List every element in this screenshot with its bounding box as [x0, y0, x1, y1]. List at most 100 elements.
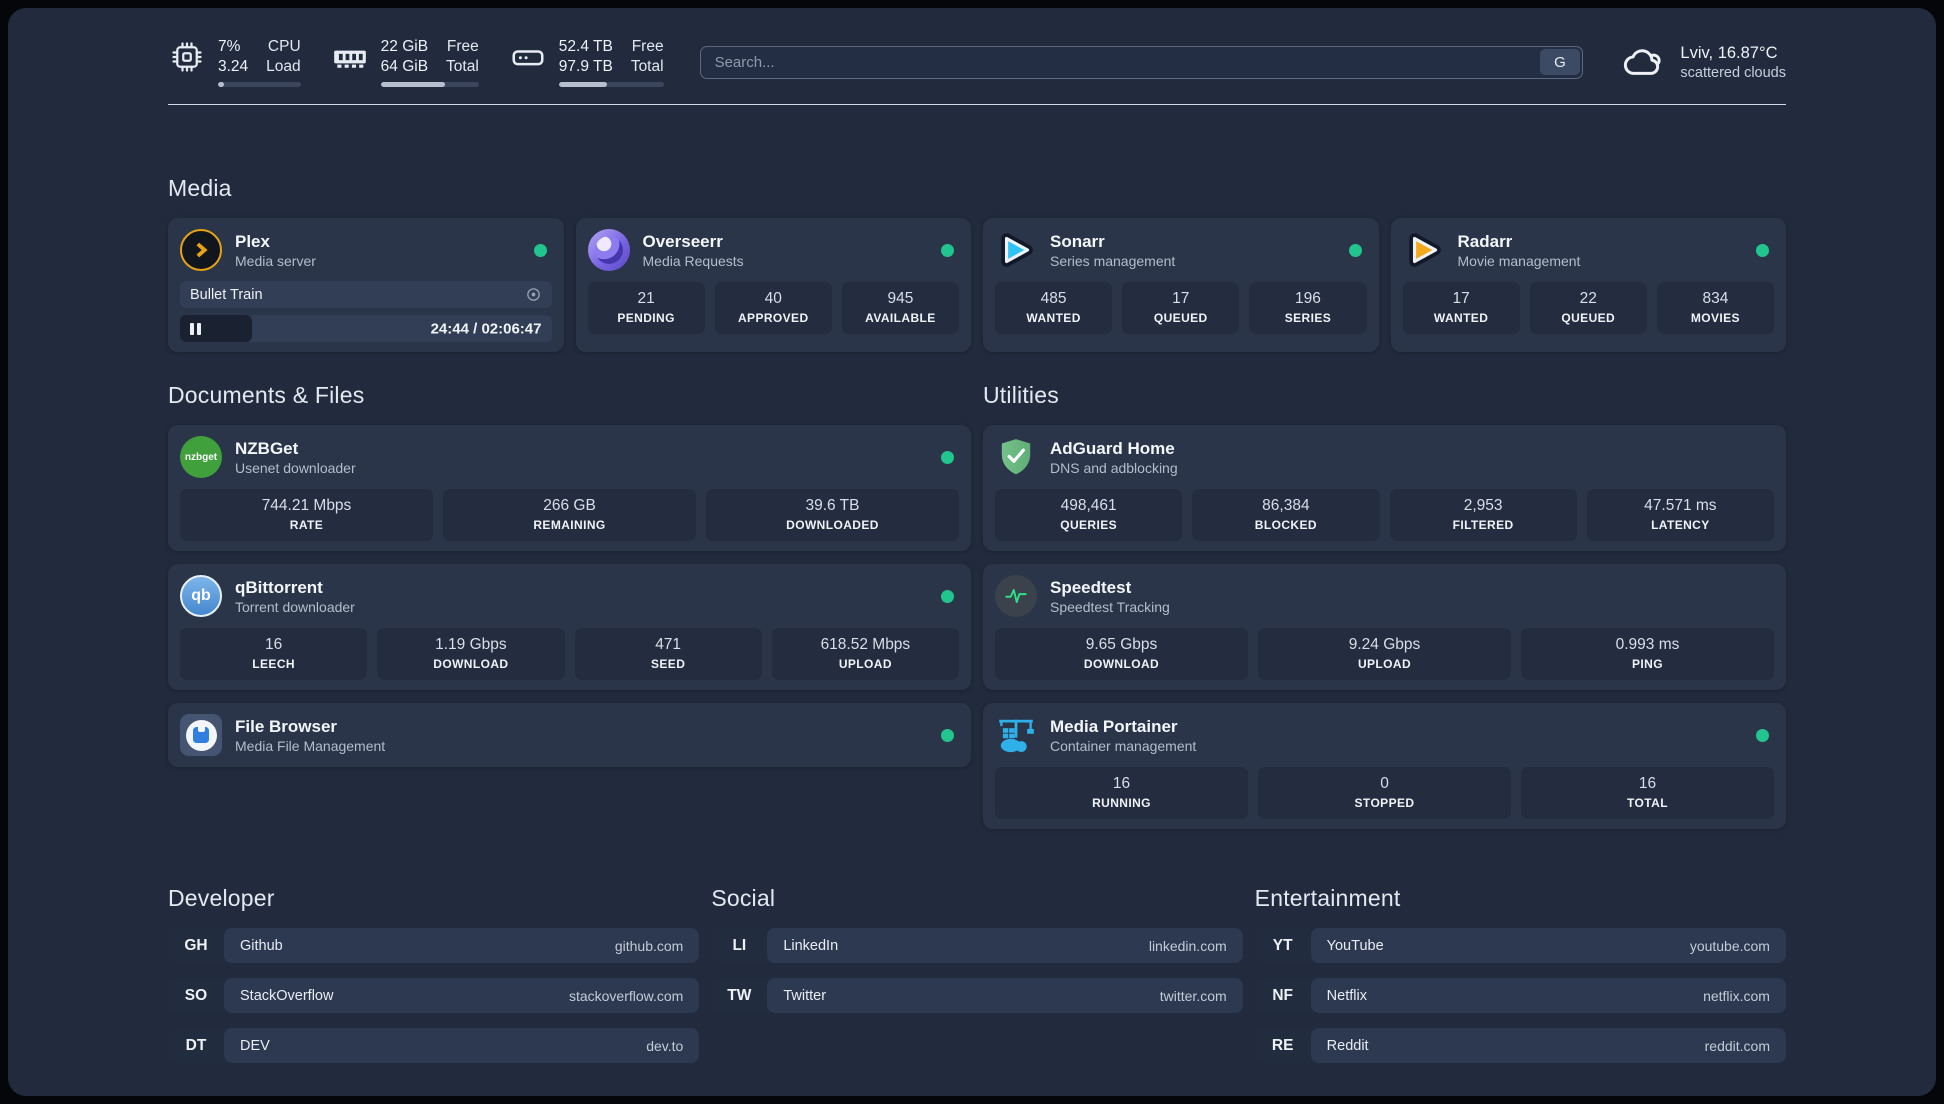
section-title-entertainment: Entertainment	[1254, 885, 1401, 911]
stat-upload: 9.24 Gbps UPLOAD	[1258, 628, 1511, 680]
bookmark-github[interactable]: GH Github github.com	[168, 928, 700, 963]
stat-running: 16 RUNNING	[995, 767, 1248, 819]
ram-icon	[331, 38, 369, 76]
app-name: qBittorrent	[235, 577, 323, 597]
app-card-plex[interactable]: Plex Media server Bullet Train 24:44 / 0…	[168, 218, 564, 352]
app-description: Speedtest Tracking	[1050, 598, 1170, 615]
nzbget-icon-text: nzbget	[184, 451, 218, 463]
bookmark-url: youtube.com	[1689, 937, 1770, 954]
app-card-sonarr[interactable]: Sonarr Series management 485 WANTED 17 QUE…	[983, 218, 1379, 352]
weather-summary: Lviv, 16.87°C	[1680, 43, 1778, 62]
bookmark-stackoverflow[interactable]: SO StackOverflow stackoverflow.com	[168, 978, 700, 1013]
status-dot	[533, 243, 547, 257]
app-card-nzbget[interactable]: nzbget NZBGet Usenet downloader 744.21 M…	[168, 425, 971, 551]
bookmark-youtube[interactable]: YT YouTube youtube.com	[1254, 928, 1786, 963]
app-card-filebrowser[interactable]: File Browser Media File Management	[168, 703, 971, 767]
stat-rate: 744.21 Mbps RATE	[180, 489, 433, 541]
app-description: Media File Management	[235, 737, 386, 754]
ram-progress-bar	[380, 82, 479, 88]
qbittorrent-icon-text: qb	[191, 587, 211, 604]
dashboard-page: 7% 3.24 CPU Load 22 GiB 64 GiB Free Tota…	[8, 8, 1936, 1096]
app-card-radarr[interactable]: Radarr Movie management 17 WANTED 22 QUEUE…	[1390, 218, 1786, 352]
cpu-progress-fill	[218, 82, 224, 88]
status-dot	[1348, 243, 1362, 257]
app-card-portainer[interactable]: Media Portainer Container management 16 R…	[983, 703, 1786, 829]
ram-total-value: 64 GiB	[380, 58, 429, 75]
playback-progress-bar: 24:44 / 02:06:47	[180, 315, 552, 342]
system-widgets: 7% 3.24 CPU Load 22 GiB 64 GiB Free Tota…	[168, 37, 664, 88]
disk-icon	[509, 38, 547, 76]
sonarr-icon	[995, 229, 1037, 271]
stat-ping: 0.993 ms PING	[1521, 628, 1774, 680]
top-bar: 7% 3.24 CPU Load 22 GiB 64 GiB Free Tota…	[168, 34, 1786, 90]
cloud-icon	[1619, 41, 1667, 83]
pause-button[interactable]	[190, 322, 201, 335]
search-input[interactable]	[700, 53, 1538, 71]
bookmark-name: Github	[240, 937, 283, 954]
section-title-media: Media	[168, 175, 232, 201]
bookmark-url: netflix.com	[1703, 987, 1770, 1004]
nzbget-icon: nzbget	[180, 436, 222, 478]
app-card-qbittorrent[interactable]: qb qBittorrent Torrent downloader 16 LEEC…	[168, 564, 971, 690]
app-description: DNS and adblocking	[1050, 459, 1178, 476]
app-description: Media server	[235, 252, 316, 269]
search-bar: G	[699, 45, 1584, 79]
app-name: Overseerr	[642, 231, 723, 251]
bookmark-url: github.com	[614, 937, 684, 954]
stat-filtered: 2,953 FILTERED	[1389, 489, 1577, 541]
bookmarks-entertainment: Entertainment YT YouTube youtube.com NF …	[1254, 885, 1786, 1078]
portainer-icon	[995, 714, 1037, 756]
weather-condition: scattered clouds	[1680, 64, 1786, 81]
stat-latency: 47.571 ms LATENCY	[1586, 489, 1774, 541]
bookmark-dev[interactable]: DT DEV dev.to	[168, 1028, 700, 1063]
playback-progress-fill	[180, 315, 253, 342]
status-dot	[941, 728, 954, 742]
disk-widget: 52.4 TB 97.9 TB Free Total	[509, 37, 664, 88]
app-card-speedtest[interactable]: Speedtest Speedtest Tracking 9.65 Gbps DO…	[983, 564, 1786, 690]
app-description: Torrent downloader	[235, 598, 355, 615]
stat-movies: 834 MOVIES	[1656, 282, 1775, 334]
speedtest-icon	[995, 575, 1037, 617]
documents-column: Documents & Files nzbget NZBGet Usenet d…	[168, 382, 971, 767]
bookmark-url: dev.to	[646, 1037, 684, 1054]
app-card-adguard[interactable]: AdGuard Home DNS and adblocking 498,461 Q…	[983, 425, 1786, 551]
disk-progress-fill	[558, 82, 607, 88]
app-name: Media Portainer	[1050, 716, 1178, 736]
app-name: File Browser	[235, 716, 338, 736]
bookmark-url: stackoverflow.com	[568, 987, 684, 1004]
bookmark-reddit[interactable]: RE Reddit reddit.com	[1254, 1028, 1786, 1063]
cpu-progress-bar	[218, 82, 301, 88]
bookmarks-social: Social LI LinkedIn linkedin.com TW Twitt…	[711, 885, 1243, 1028]
bookmark-netflix[interactable]: NF Netflix netflix.com	[1254, 978, 1786, 1013]
status-dot	[941, 243, 954, 257]
app-card-overseerr[interactable]: Overseerr Media Requests 21 PENDING 40 APP…	[575, 218, 971, 352]
section-title-developer: Developer	[168, 885, 275, 911]
media-grid: Plex Media server Bullet Train 24:44 / 0…	[168, 218, 1786, 352]
status-dot	[1756, 728, 1769, 742]
playback-time: 24:44 / 02:06:47	[430, 320, 542, 337]
ram-widget: 22 GiB 64 GiB Free Total	[331, 37, 479, 88]
app-name: NZBGet	[235, 438, 299, 458]
bookmark-name: DEV	[240, 1037, 270, 1054]
stat-available: 945 AVAILABLE	[841, 282, 960, 334]
cpu-label: CPU	[267, 37, 301, 55]
header-divider	[168, 104, 1786, 105]
ram-free-label: Free	[446, 37, 479, 55]
stat-blocked: 86,384 BLOCKED	[1192, 489, 1380, 541]
bookmark-abbr: YT	[1272, 936, 1293, 954]
app-name: Plex	[235, 231, 270, 251]
section-title-documents: Documents & Files	[168, 382, 365, 408]
status-dot	[941, 589, 954, 603]
search-engine-button[interactable]: G	[1539, 49, 1580, 75]
app-name: Radarr	[1457, 231, 1513, 251]
disk-total-value: 97.9 TB	[558, 58, 613, 75]
app-description: Container management	[1050, 737, 1197, 754]
filebrowser-icon	[180, 714, 222, 756]
stat-total: 16 TOTAL	[1521, 767, 1774, 819]
bookmark-twitter[interactable]: TW Twitter twitter.com	[711, 978, 1243, 1013]
bookmark-linkedin[interactable]: LI LinkedIn linkedin.com	[711, 928, 1243, 963]
app-name: Speedtest	[1050, 577, 1132, 597]
stat-queued: 22 QUEUED	[1529, 282, 1647, 334]
app-description: Movie management	[1457, 252, 1581, 269]
bookmark-url: linkedin.com	[1148, 937, 1227, 954]
